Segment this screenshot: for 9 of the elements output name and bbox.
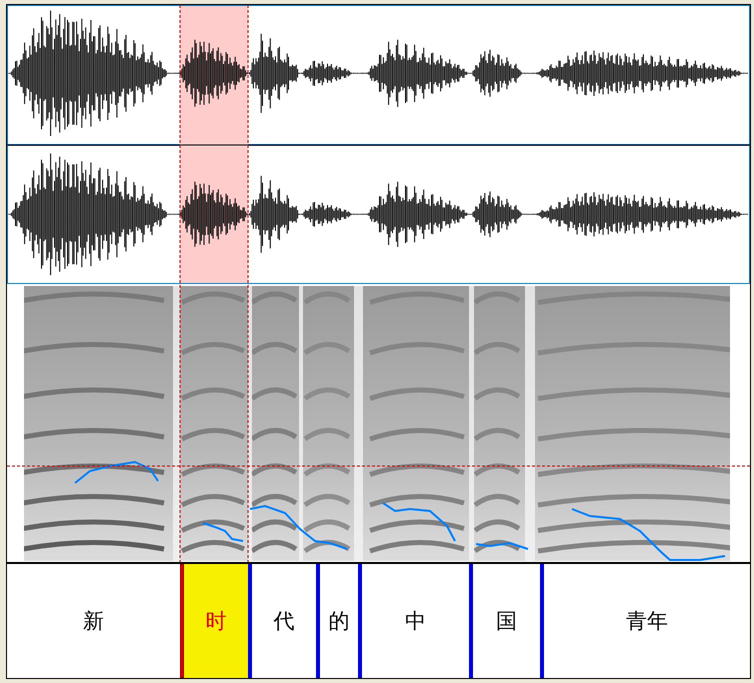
pitch-contour	[202, 522, 244, 542]
interval-label[interactable]: 的	[320, 564, 358, 678]
interval-label[interactable]: 中	[362, 564, 469, 678]
pitch-contour	[476, 542, 528, 550]
interval-label[interactable]: 国	[473, 564, 540, 678]
interval-label[interactable]: 青年	[544, 564, 750, 678]
interval-label[interactable]: 新	[7, 564, 180, 678]
interval-label[interactable]: 代	[252, 564, 316, 678]
interval-label[interactable]: 时	[184, 564, 248, 678]
